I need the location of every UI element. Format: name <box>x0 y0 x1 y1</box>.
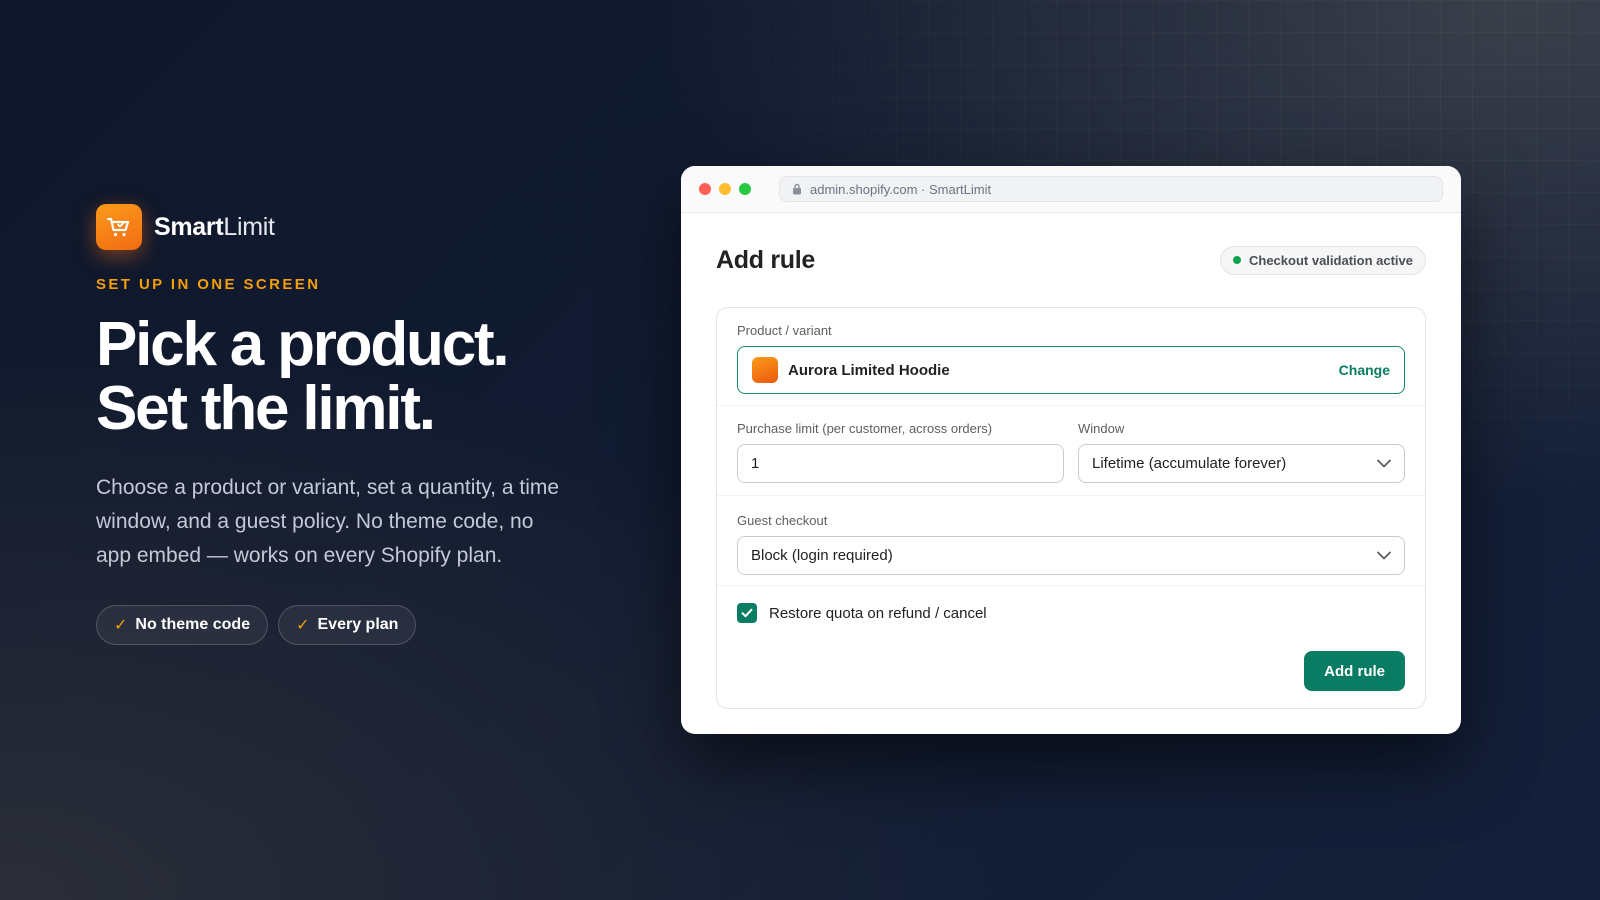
admin-content: Add rule Checkout validation active Prod… <box>681 213 1461 709</box>
address-bar[interactable]: admin.shopify.com · SmartLimit <box>779 176 1443 202</box>
window-select[interactable]: Lifetime (accumulate forever) <box>1078 444 1405 483</box>
restore-quota-checkbox[interactable] <box>737 603 757 623</box>
checkmark-icon <box>741 608 753 618</box>
chevron-down-icon <box>1377 551 1391 560</box>
check-icon: ✓ <box>114 617 128 634</box>
product-name: Aurora Limited Hoodie <box>788 361 950 379</box>
guest-section: Guest checkout Block (login required) <box>717 496 1425 586</box>
guest-checkout-label: Guest checkout <box>737 513 828 528</box>
browser-window: admin.shopify.com · SmartLimit Add rule … <box>681 166 1461 734</box>
window-group: Window Lifetime (accumulate forever) <box>1078 421 1405 495</box>
check-icon: ✓ <box>296 617 310 634</box>
limit-section: Purchase limit (per customer, across ord… <box>717 406 1425 496</box>
headline-line-1: Pick a product. <box>96 310 510 379</box>
close-window-button[interactable] <box>699 183 711 195</box>
url-text: admin.shopify.com · SmartLimit <box>810 181 992 197</box>
chevron-down-icon <box>1377 459 1391 468</box>
headline: Pick a product. Set the limit. <box>96 313 566 441</box>
lock-icon <box>793 183 801 195</box>
change-product-link[interactable]: Change <box>1339 362 1390 378</box>
product-label: Product / variant <box>737 323 832 338</box>
page-header: Add rule Checkout validation active <box>716 213 1426 307</box>
minimize-window-button[interactable] <box>719 183 731 195</box>
window-select-value: Lifetime (accumulate forever) <box>1092 455 1287 472</box>
product-picker[interactable]: Aurora Limited Hoodie Change <box>737 346 1405 394</box>
restore-quota-row: Restore quota on refund / cancel <box>717 586 1425 640</box>
page-title: Add rule <box>716 245 815 274</box>
hero-description: Choose a product or variant, set a quant… <box>96 476 560 567</box>
feature-pill-label: No theme code <box>135 616 251 633</box>
hero-section: SmartLimit SET UP IN ONE SCREEN Pick a p… <box>96 204 566 645</box>
maximize-window-button[interactable] <box>739 183 751 195</box>
purchase-limit-label: Purchase limit (per customer, across ord… <box>737 421 993 436</box>
feature-pill: ✓ Every plan <box>278 605 417 645</box>
purchase-limit-group: Purchase limit (per customer, across ord… <box>737 421 1064 495</box>
restore-quota-label: Restore quota on refund / cancel <box>769 604 987 622</box>
status-dot-icon <box>1233 256 1241 264</box>
rule-form-card: Product / variant Aurora Limited Hoodie … <box>716 307 1426 709</box>
product-thumbnail <box>752 357 778 383</box>
product-section: Product / variant Aurora Limited Hoodie … <box>717 308 1425 406</box>
title-bar: admin.shopify.com · SmartLimit <box>681 166 1461 213</box>
feature-pill: ✓ No theme code <box>96 605 269 645</box>
window-label: Window <box>1078 421 1125 436</box>
guest-checkout-select[interactable]: Block (login required) <box>737 536 1405 575</box>
brand: SmartLimit <box>96 204 566 250</box>
cart-icon <box>96 204 142 250</box>
purchase-limit-input[interactable]: 1 <box>737 444 1064 483</box>
status-badge: Checkout validation active <box>1220 245 1426 275</box>
headline-line-2: Set the limit. <box>96 374 436 443</box>
guest-checkout-value: Block (login required) <box>751 547 893 564</box>
eyebrow-text: SET UP IN ONE SCREEN <box>96 276 321 293</box>
feature-pills: ✓ No theme code ✓ Every plan <box>96 605 566 645</box>
brand-name: SmartLimit <box>154 212 275 241</box>
feature-pill-label: Every plan <box>317 616 399 633</box>
status-badge-label: Checkout validation active <box>1249 252 1413 268</box>
add-rule-button[interactable]: Add rule <box>1304 651 1405 691</box>
